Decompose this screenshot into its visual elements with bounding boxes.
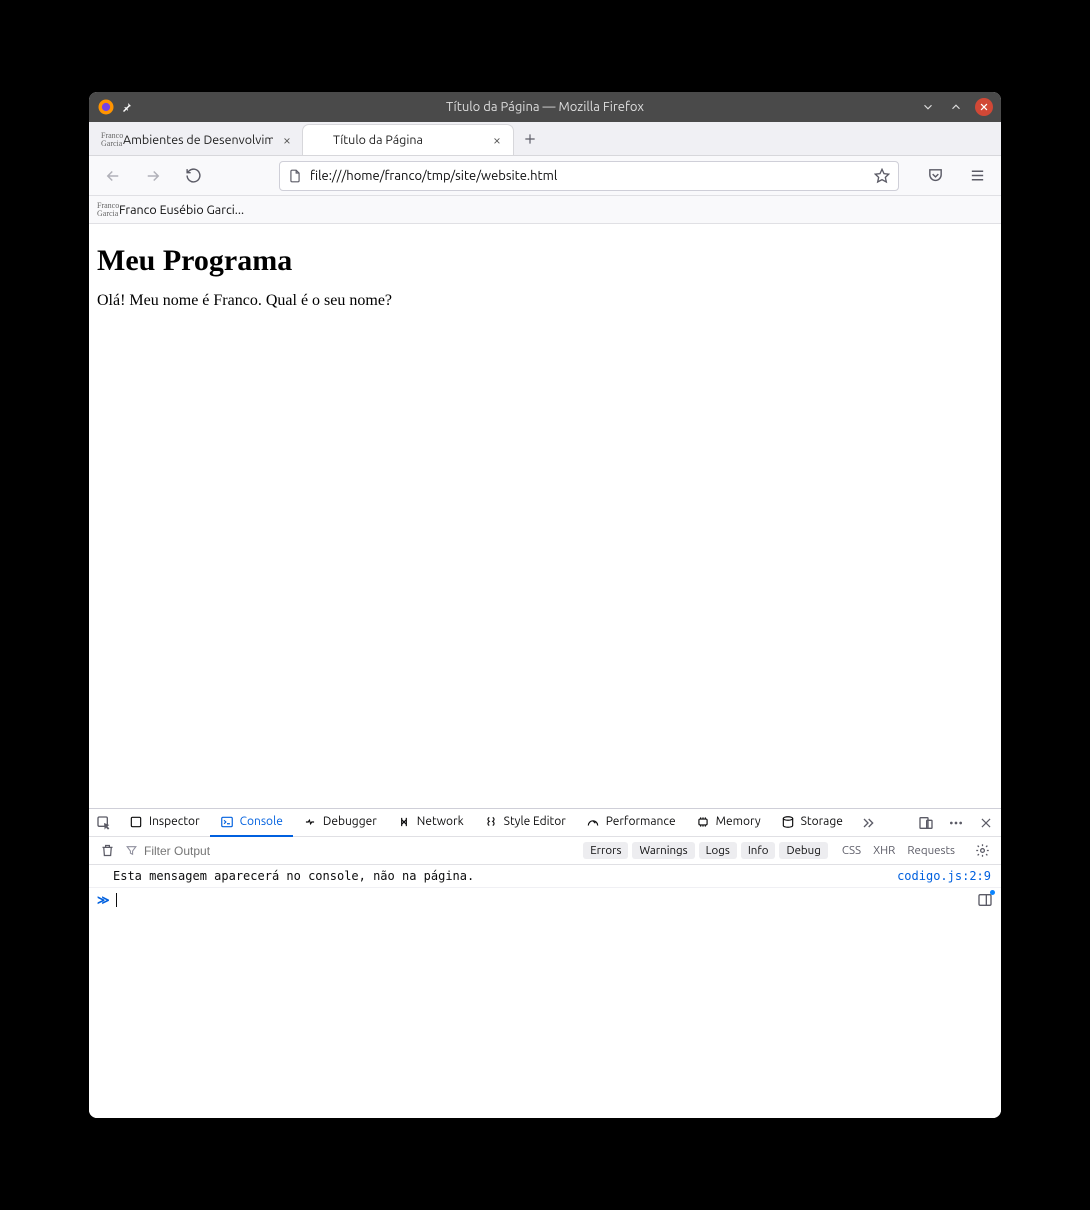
console-toolbar: Errors Warnings Logs Info Debug CSS XHR … — [89, 837, 1001, 865]
devtools-overflow-icon[interactable] — [853, 809, 883, 837]
devtab-performance[interactable]: Performance — [576, 809, 686, 837]
devtab-label: Storage — [801, 815, 843, 828]
tab-close-icon[interactable]: × — [489, 132, 505, 148]
minimize-button[interactable] — [919, 98, 937, 116]
pill-errors[interactable]: Errors — [583, 842, 628, 859]
firefox-window: Título da Página — Mozilla Firefox Franc… — [89, 92, 1001, 1118]
tab-strip: Franco Garcia Ambientes de Desenvolvimen… — [89, 122, 1001, 156]
log-level-pills: Errors Warnings Logs Info Debug — [583, 842, 828, 859]
back-button[interactable] — [99, 162, 127, 190]
tab-label: Ambientes de Desenvolvimen — [123, 133, 273, 147]
split-console-icon[interactable] — [977, 892, 993, 908]
console-settings-icon[interactable] — [969, 843, 995, 858]
tab-0[interactable]: Franco Garcia Ambientes de Desenvolvimen… — [93, 125, 303, 155]
titlebar: Título da Página — Mozilla Firefox — [89, 92, 1001, 122]
log-filter-links: CSS XHR Requests — [834, 844, 963, 857]
filter-field[interactable] — [125, 844, 577, 858]
pocket-icon[interactable] — [921, 162, 949, 190]
bookmark-star-icon[interactable] — [874, 168, 890, 184]
window-title: Título da Página — Mozilla Firefox — [89, 100, 1001, 114]
pill-warnings[interactable]: Warnings — [632, 842, 694, 859]
devtools-close-icon[interactable] — [971, 809, 1001, 837]
console-prompt-icon: ≫ — [97, 893, 110, 907]
devtab-memory[interactable]: Memory — [686, 809, 771, 837]
page-paragraph: Olá! Meu nome é Franco. Qual é o seu nom… — [97, 292, 993, 310]
url-text: file:///home/franco/tmp/site/website.htm… — [310, 169, 866, 183]
devtab-console[interactable]: Console — [210, 809, 293, 837]
caret-icon — [116, 893, 117, 907]
page-icon — [288, 169, 302, 183]
devtab-label: Style Editor — [504, 815, 566, 828]
bookmark-item[interactable]: Franco Eusébio Garci... — [119, 203, 244, 217]
console-input-row[interactable]: ≫ — [89, 888, 1001, 912]
reload-button[interactable] — [179, 162, 207, 190]
bookmark-bar: Franco Garcia Franco Eusébio Garci... — [89, 196, 1001, 224]
link-xhr[interactable]: XHR — [873, 844, 895, 857]
maximize-button[interactable] — [947, 98, 965, 116]
page-content: Meu Programa Olá! Meu nome é Franco. Qua… — [89, 224, 1001, 808]
devtab-debugger[interactable]: Debugger — [293, 809, 387, 837]
devtab-label: Console — [240, 815, 283, 828]
devtools-kebab-icon[interactable] — [941, 809, 971, 837]
devtab-styleeditor[interactable]: Style Editor — [474, 809, 576, 837]
devtools-panel: Inspector Console Debugger Network Style… — [89, 808, 1001, 1118]
close-button[interactable] — [975, 98, 993, 116]
filter-input[interactable] — [144, 844, 304, 858]
url-bar[interactable]: file:///home/franco/tmp/site/website.htm… — [279, 161, 899, 191]
pill-debug[interactable]: Debug — [779, 842, 827, 859]
link-css[interactable]: CSS — [842, 844, 861, 857]
pill-logs[interactable]: Logs — [699, 842, 737, 859]
devtab-storage[interactable]: Storage — [771, 809, 853, 837]
inspect-element-icon[interactable] — [89, 809, 119, 837]
tab-close-icon[interactable]: × — [279, 132, 295, 148]
devtab-label: Inspector — [149, 815, 200, 828]
tab-1[interactable]: Título da Página × — [303, 125, 513, 155]
clear-console-icon[interactable] — [95, 843, 119, 858]
devtab-label: Debugger — [323, 815, 377, 828]
devtab-label: Performance — [606, 815, 676, 828]
favicon-text-icon: Franco Garcia — [101, 132, 117, 148]
console-message-row: Esta mensagem aparecerá no console, não … — [89, 865, 1001, 888]
responsive-mode-icon[interactable] — [911, 809, 941, 837]
devtab-label: Network — [417, 815, 464, 828]
link-requests[interactable]: Requests — [907, 844, 955, 857]
tab-label: Título da Página — [333, 133, 483, 147]
app-menu-icon[interactable] — [963, 162, 991, 190]
console-source-link[interactable]: codigo.js:2:9 — [897, 869, 991, 883]
devtab-label: Memory — [716, 815, 761, 828]
page-heading: Meu Programa — [97, 244, 993, 278]
console-output: Esta mensagem aparecerá no console, não … — [89, 865, 1001, 1118]
nav-toolbar: file:///home/franco/tmp/site/website.htm… — [89, 156, 1001, 196]
favicon-text-icon: Franco Garcia — [97, 202, 113, 218]
new-tab-button[interactable] — [513, 122, 547, 155]
pill-info[interactable]: Info — [741, 842, 776, 859]
console-message: Esta mensagem aparecerá no console, não … — [113, 869, 897, 883]
forward-button[interactable] — [139, 162, 167, 190]
devtab-inspector[interactable]: Inspector — [119, 809, 210, 837]
devtools-tabbar: Inspector Console Debugger Network Style… — [89, 809, 1001, 837]
devtab-network[interactable]: Network — [387, 809, 474, 837]
